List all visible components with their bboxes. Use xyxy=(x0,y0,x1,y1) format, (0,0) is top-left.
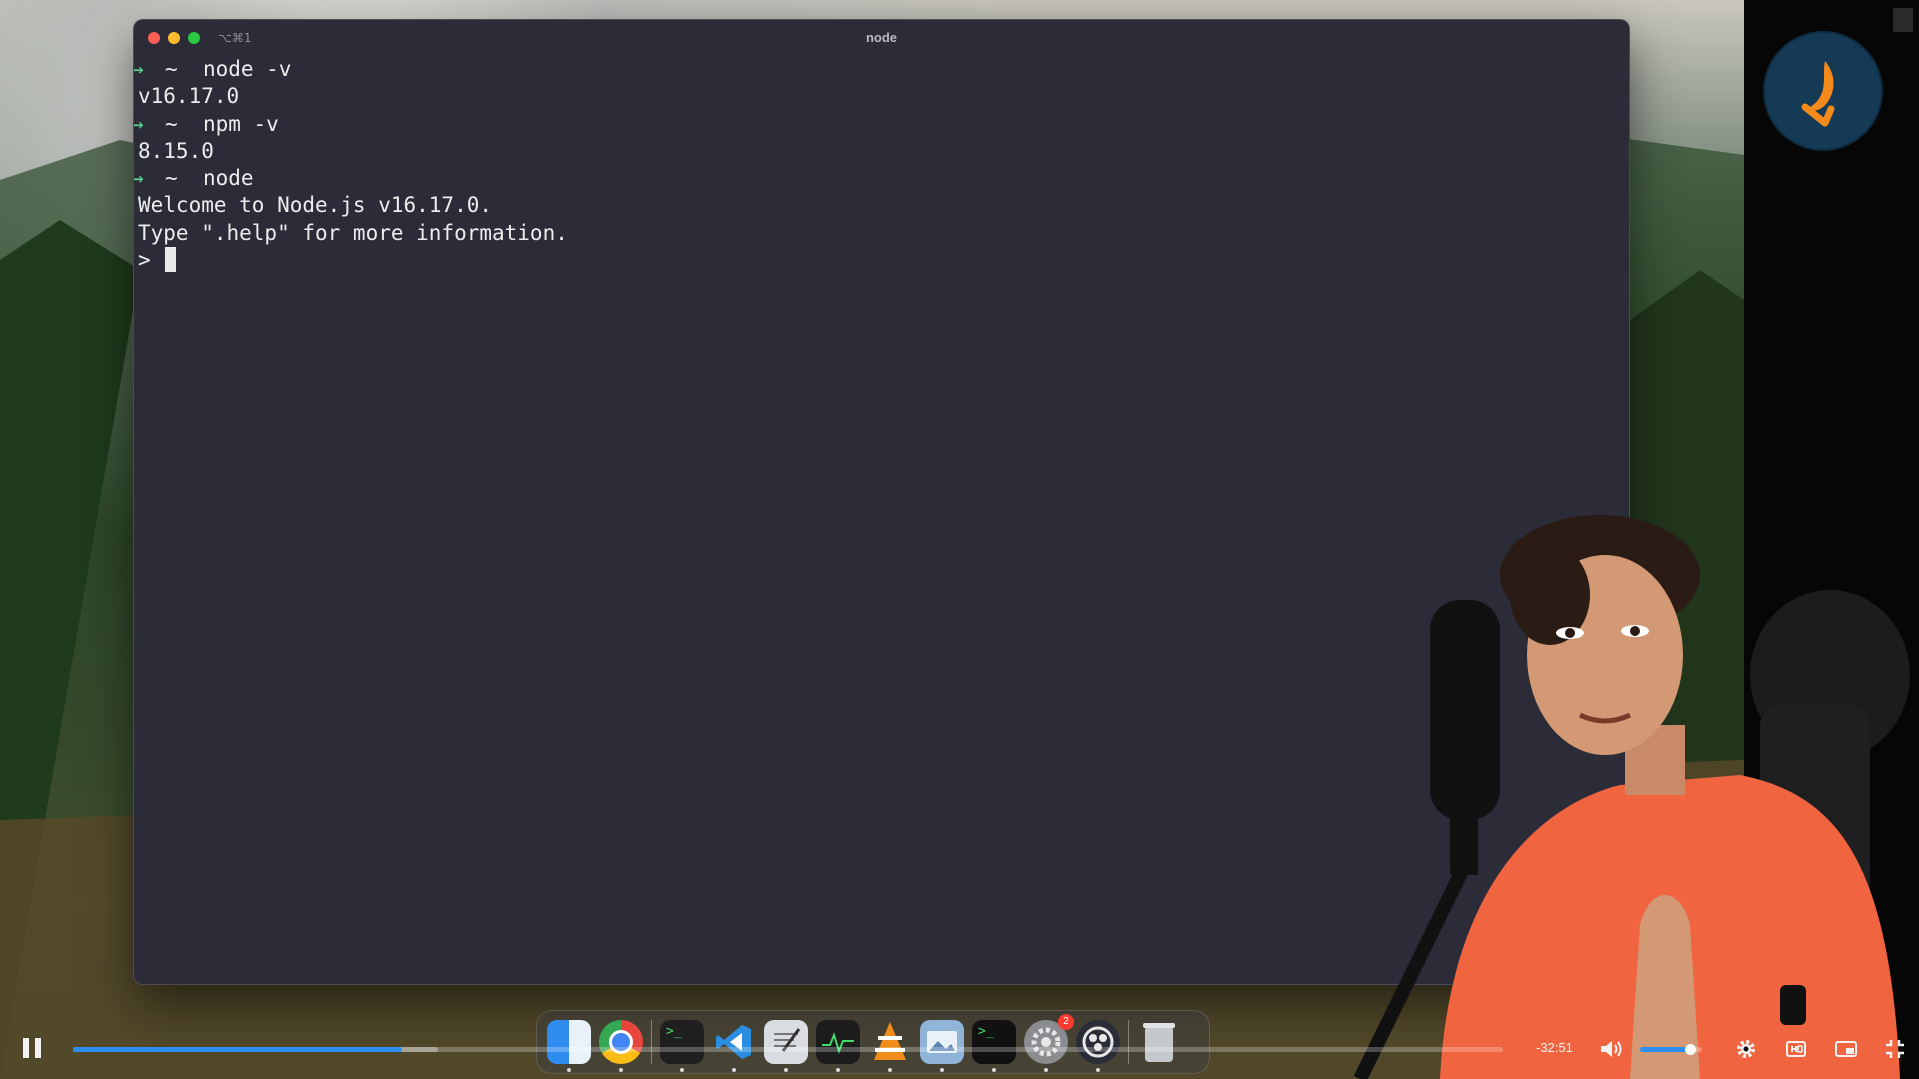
repl-prompt-line[interactable]: > xyxy=(134,247,1629,274)
volume-fill xyxy=(1640,1047,1690,1052)
pause-button[interactable] xyxy=(22,1038,42,1060)
corner-indicator xyxy=(1893,8,1913,32)
window-title: node xyxy=(865,30,898,45)
time-remaining: -32:51 xyxy=(1536,1040,1573,1055)
progress-bar[interactable] xyxy=(73,1047,1503,1052)
miniplayer-icon[interactable] xyxy=(1833,1037,1859,1061)
volume-icon[interactable] xyxy=(1598,1037,1624,1061)
terminal-line: v16.17.0 xyxy=(138,84,240,109)
settings-gear-icon[interactable] xyxy=(1733,1037,1759,1061)
chai-logo-icon xyxy=(1801,61,1835,127)
terminal-line: Welcome to Node.js v16.17.0. xyxy=(138,193,493,218)
presenter-webcam-overlay xyxy=(1353,515,1910,1079)
terminal-output[interactable]: → ~ node -v v16.17.0 → ~ npm -v 8.15.0 → ~ … xyxy=(134,56,1629,274)
text-cursor xyxy=(164,247,176,273)
terminal-line: 8.15.0 xyxy=(138,138,214,163)
notification-badge: 2 xyxy=(1058,1014,1074,1030)
terminal-titlebar[interactable]: ⌥⌘1 node xyxy=(134,20,1629,56)
exit-fullscreen-icon[interactable] xyxy=(1882,1037,1908,1061)
hd-quality-icon[interactable] xyxy=(1783,1037,1809,1061)
video-player-controls[interactable]: -32:51 xyxy=(0,1030,1919,1079)
channel-logo xyxy=(1765,33,1881,149)
volume-knob[interactable] xyxy=(1684,1044,1696,1055)
repl-prompt: > xyxy=(138,248,151,273)
volume-slider[interactable] xyxy=(1640,1044,1702,1055)
terminal-line: Type ".help" for more information. xyxy=(138,220,568,245)
progress-fill xyxy=(73,1047,402,1052)
terminal-line: → ~ node xyxy=(134,166,254,191)
terminal-line: → ~ node -v xyxy=(134,57,292,81)
terminal-line: → ~ npm -v xyxy=(134,111,279,136)
